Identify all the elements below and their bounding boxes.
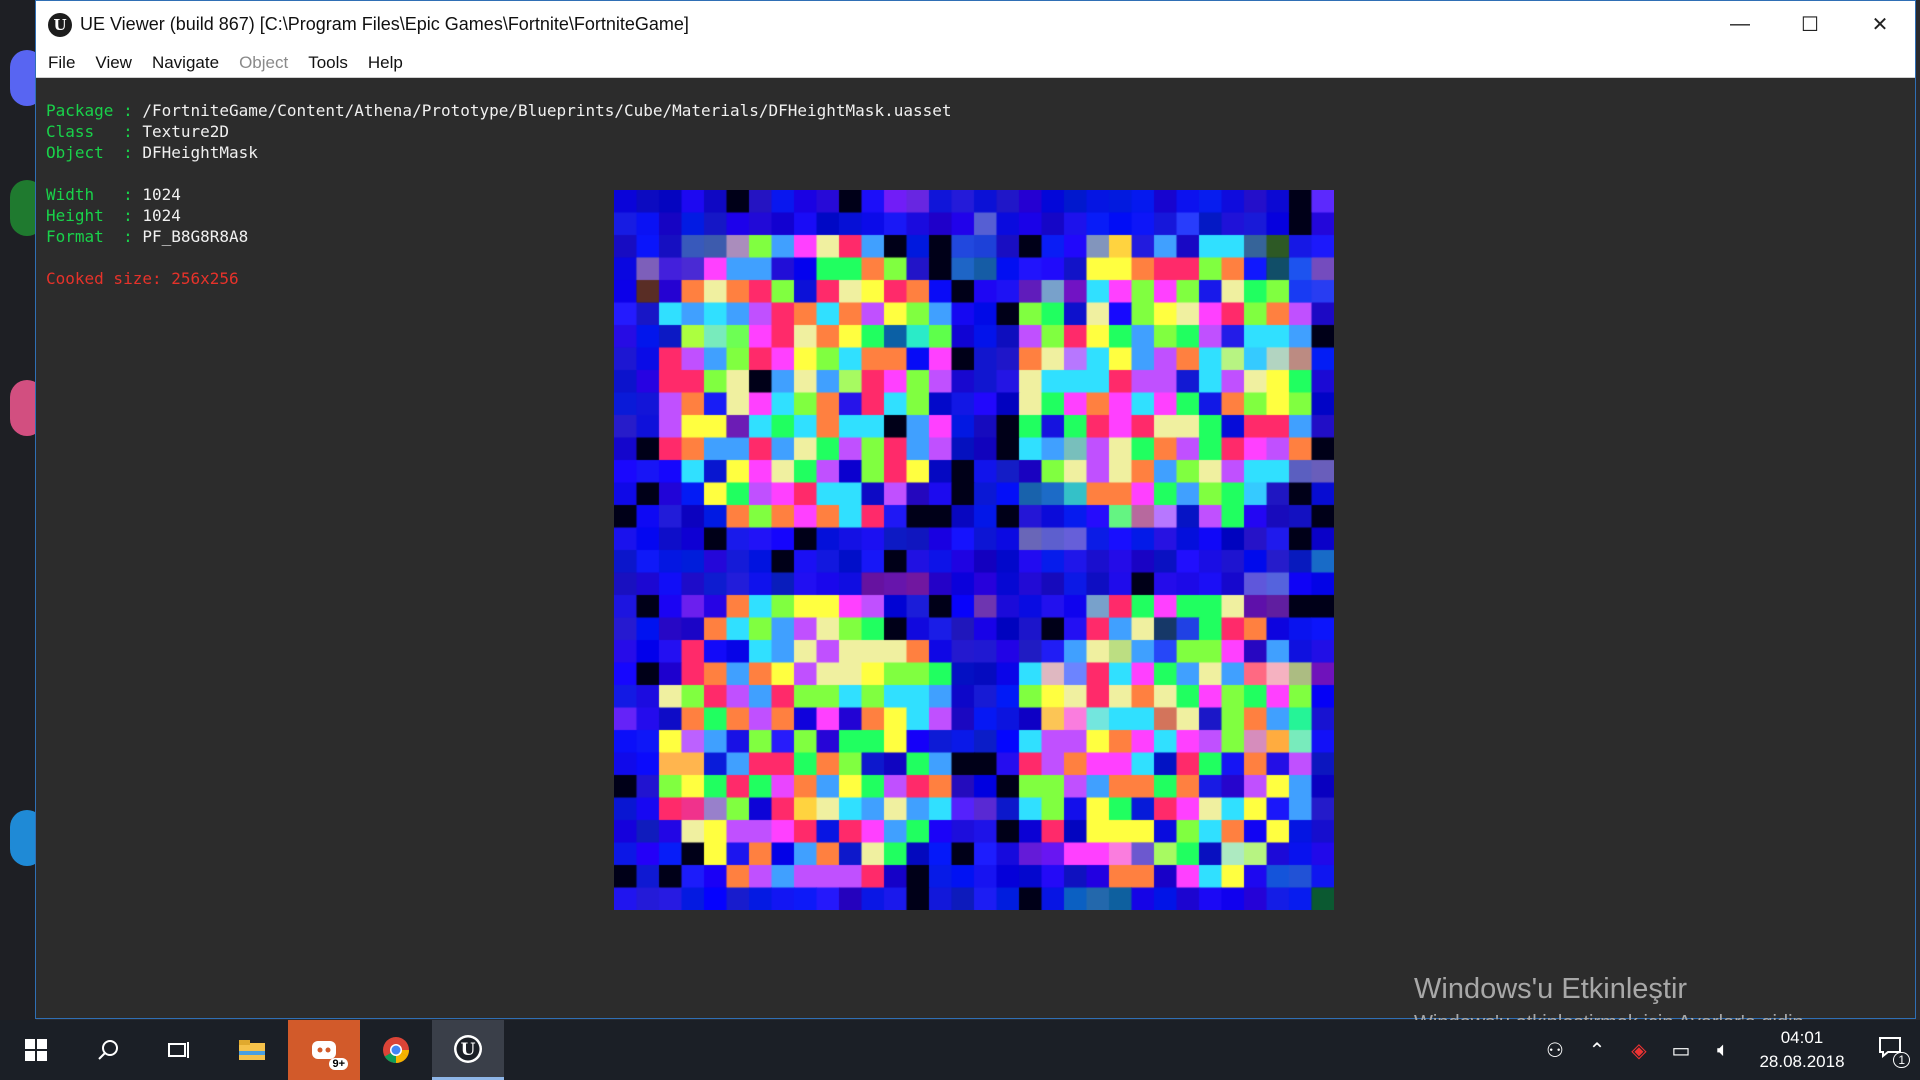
ue-viewer-taskbar-button[interactable]: U: [432, 1020, 504, 1080]
network-icon[interactable]: ▭: [1660, 1038, 1702, 1063]
unreal-icon: U: [454, 1034, 482, 1063]
menu-bar: File View Navigate Object Tools Help: [36, 48, 1915, 78]
search-icon: [98, 1040, 118, 1060]
texture-viewport[interactable]: Package : /FortniteGame/Content/Athena/P…: [36, 78, 1915, 1034]
cooked-size-warning: Cooked size: 256x256: [46, 269, 239, 288]
discord-taskbar-button[interactable]: 9+: [288, 1020, 360, 1080]
texture-preview: [614, 190, 1334, 910]
show-hidden-icons-chevron-icon[interactable]: ⌃: [1576, 1038, 1618, 1063]
title-bar[interactable]: U UE Viewer (build 867) [C:\Program File…: [36, 1, 1915, 48]
window-title: UE Viewer (build 867) [C:\Program Files\…: [80, 14, 689, 34]
search-button[interactable]: [72, 1020, 144, 1080]
object-key: Object: [46, 143, 104, 162]
package-key: Package: [46, 101, 114, 120]
taskbar: 9+ U ⚇ ⌃ ◈ ▭ 🔈︎ 04:01 28.08.2018 1: [0, 1020, 1920, 1080]
action-center-icon[interactable]: 1: [1860, 1036, 1920, 1068]
menu-view[interactable]: View: [93, 51, 134, 75]
class-key: Class: [46, 122, 95, 141]
people-icon[interactable]: ⚇: [1534, 1038, 1576, 1063]
antivirus-icon[interactable]: ◈: [1618, 1038, 1660, 1063]
watermark-title: Windows'u Etkinleştir: [1414, 973, 1688, 1005]
notification-count: 1: [1893, 1052, 1910, 1068]
discord-badge: 9+: [329, 1058, 348, 1070]
system-tray: ⚇ ⌃ ◈ ▭ 🔈︎ 04:01 28.08.2018 1: [1534, 1020, 1920, 1080]
format-key: Format: [46, 227, 104, 246]
menu-navigate[interactable]: Navigate: [150, 51, 221, 75]
ue-viewer-window: U UE Viewer (build 867) [C:\Program File…: [35, 0, 1916, 1034]
minimize-button[interactable]: —: [1705, 1, 1775, 48]
chrome-icon: [383, 1037, 410, 1064]
unreal-logo-icon: U: [48, 12, 72, 37]
maximize-button[interactable]: ☐: [1775, 1, 1845, 48]
package-path: /FortniteGame/Content/Athena/Prototype/B…: [142, 101, 952, 120]
menu-tools[interactable]: Tools: [306, 51, 350, 75]
volume-icon[interactable]: 🔈︎: [1702, 1039, 1744, 1062]
desktop-background-strip: [0, 0, 44, 1020]
clock-time: 04:01: [1780, 1028, 1824, 1047]
clock-date: 28.08.2018: [1759, 1052, 1845, 1071]
width-value: 1024: [142, 185, 181, 204]
windows-start-icon: [25, 1039, 47, 1061]
task-view-icon: [168, 1042, 189, 1058]
file-explorer-icon: [239, 1040, 265, 1060]
clock[interactable]: 04:01 28.08.2018: [1752, 1026, 1852, 1074]
menu-help[interactable]: Help: [366, 51, 405, 75]
object-value: DFHeightMask: [142, 143, 258, 162]
format-value: PF_B8G8R8A8: [142, 227, 249, 246]
svg-text:U: U: [461, 1040, 476, 1060]
file-explorer-button[interactable]: [216, 1020, 288, 1080]
height-value: 1024: [142, 206, 181, 225]
chrome-taskbar-button[interactable]: [360, 1020, 432, 1080]
width-key: Width: [46, 185, 95, 204]
task-view-button[interactable]: [144, 1020, 216, 1080]
close-button[interactable]: ✕: [1845, 1, 1915, 48]
windows-start-button[interactable]: [0, 1020, 72, 1080]
menu-object[interactable]: Object: [237, 51, 290, 75]
height-key: Height: [46, 206, 104, 225]
class-value: Texture2D: [142, 122, 230, 141]
menu-file[interactable]: File: [46, 51, 77, 75]
